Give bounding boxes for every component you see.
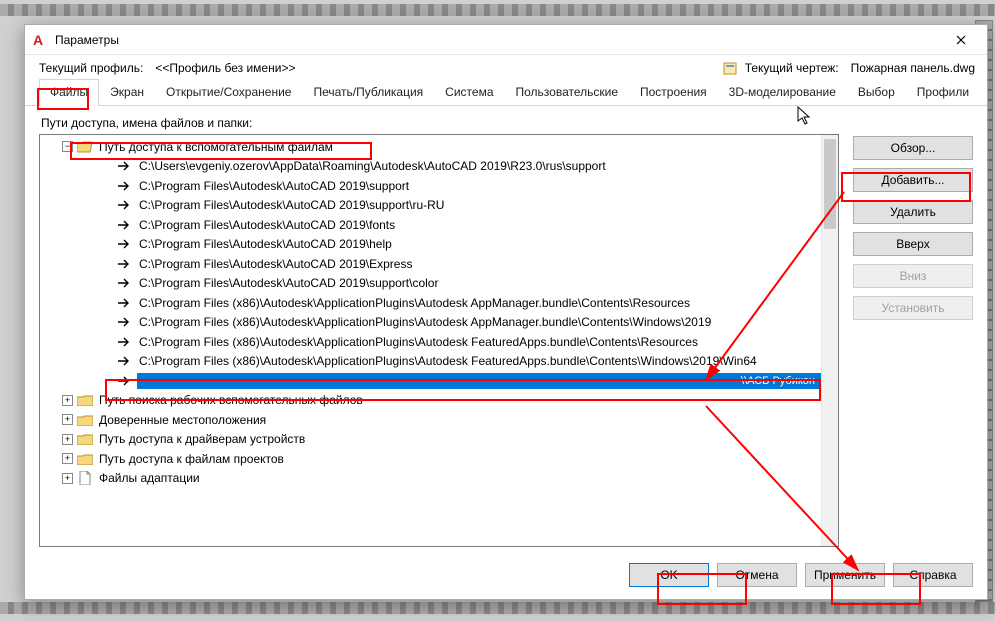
tree-path-label: C:\Program Files (x86)\Autodesk\Applicat… [137,334,700,350]
arrow-icon [117,335,133,349]
tree-path-item[interactable]: C:\Program Files (x86)\Autodesk\Applicat… [40,352,821,372]
tree-folder-label: Путь поиска рабочих вспомогательных файл… [97,392,365,408]
tree-path-label: C:\Program Files (x86)\Autodesk\Applicat… [137,353,759,369]
cursor-icon [797,106,813,129]
arrow-icon [117,159,133,173]
tree-path-item[interactable]: C:\Program Files (x86)\Autodesk\Applicat… [40,313,821,333]
tree-folder-item[interactable]: + Файлы адаптации [40,469,821,489]
folder-open-icon [77,140,93,154]
up-button[interactable]: Вверх [853,232,973,256]
tree-path-label: C:\Program Files\Autodesk\AutoCAD 2019\s… [137,197,446,213]
folder-icon [77,432,93,446]
scrollbar-thumb[interactable] [824,139,836,229]
tab-user[interactable]: Пользовательские [505,79,630,105]
arrow-icon [117,374,133,388]
expand-icon[interactable]: + [62,473,73,484]
tree-scrollbar[interactable] [821,135,838,546]
arrow-icon [117,257,133,271]
browse-button[interactable]: Обзор... [853,136,973,160]
tab-drafting[interactable]: Построения [629,79,718,105]
tree-path-item[interactable]: C:\Program Files (x86)\Autodesk\Applicat… [40,293,821,313]
tree-path-label: C:\Program Files\Autodesk\AutoCAD 2019\s… [137,178,411,194]
drawing-label: Текущий чертеж: [745,61,839,75]
tab-open-save[interactable]: Открытие/Сохранение [155,79,302,105]
expand-icon[interactable]: + [62,395,73,406]
tree-root-support-path[interactable]: − Путь доступа к вспомогательным файлам [40,137,821,157]
arrow-icon [117,218,133,232]
tab-plot[interactable]: Печать/Публикация [302,79,434,105]
tree-path-item[interactable]: C:\Users\evgeniy.ozerov\AppData\Roaming\… [40,157,821,177]
tree-path-item[interactable]: C:\Program Files\Autodesk\AutoCAD 2019\s… [40,176,821,196]
expand-icon[interactable]: + [62,414,73,425]
cancel-button[interactable]: Отмена [717,563,797,587]
tree-folder-item[interactable]: + Доверенные местоположения [40,410,821,430]
tree-view[interactable]: − Путь доступа к вспомогательным файлам … [39,134,839,547]
tree-folder-item[interactable]: + Путь доступа к файлам проектов [40,449,821,469]
window-title: Параметры [55,33,941,47]
arrow-icon [117,276,133,290]
add-button[interactable]: Добавить... [853,168,973,192]
tree-path-item[interactable]: C:\Program Files\Autodesk\AutoCAD 2019\h… [40,235,821,255]
profile-value: <<Профиль без имени>> [155,61,295,75]
tree-folder-label: Путь доступа к файлам проектов [97,451,286,467]
help-button[interactable]: Справка [893,563,973,587]
tree-path-label: C:\Program Files\Autodesk\AutoCAD 2019\f… [137,217,397,233]
close-button[interactable] [941,26,981,54]
tabs: Файлы Экран Открытие/Сохранение Печать/П… [25,79,987,106]
collapse-icon[interactable]: − [62,141,73,152]
arrow-icon [117,179,133,193]
tree-path-item[interactable]: C:\Program Files\Autodesk\AutoCAD 2019\f… [40,215,821,235]
tree-path-label: C:\Program Files\Autodesk\AutoCAD 2019\s… [137,275,440,291]
down-button[interactable]: Вниз [853,264,973,288]
apply-button[interactable]: Применить [805,563,885,587]
arrow-icon [117,296,133,310]
arrow-icon [117,354,133,368]
tab-selection[interactable]: Выбор [847,79,906,105]
arrow-icon [117,198,133,212]
tree-path-item[interactable]: C:\Program Files (x86)\Autodesk\Applicat… [40,332,821,352]
tree-path-label: C:\Program Files\Autodesk\AutoCAD 2019\E… [137,256,414,272]
tree-folder-label: Доверенные местоположения [97,412,268,428]
tree-path-label: C:\Program Files (x86)\Autodesk\Applicat… [137,295,692,311]
section-label: Пути доступа, имена файлов и папки: [25,106,987,134]
tree-folder-label: Путь доступа к драйверам устройств [97,431,307,447]
ok-button[interactable]: OK [629,563,709,587]
tree-path-item[interactable]: C:\Program Files\Autodesk\AutoCAD 2019\E… [40,254,821,274]
profile-label: Текущий профиль: [39,61,143,75]
tree-path-selected[interactable]: \\АСБ Рубикон [40,371,821,391]
titlebar: A Параметры [25,25,987,55]
tab-3d[interactable]: 3D-моделирование [718,79,847,105]
dwg-icon [723,61,737,75]
document-icon [77,471,93,485]
tab-system[interactable]: Система [434,79,504,105]
bottom-buttons: OK Отмена Применить Справка [25,547,987,599]
folder-icon [77,413,93,427]
folder-icon [77,393,93,407]
folder-icon [77,452,93,466]
side-buttons: Обзор... Добавить... Удалить Вверх Вниз … [853,134,973,547]
tab-display[interactable]: Экран [99,79,155,105]
tree-path-item[interactable]: C:\Program Files\Autodesk\AutoCAD 2019\s… [40,196,821,216]
arrow-icon [117,237,133,251]
selected-path-text: \\АСБ Рубикон [137,373,821,389]
drawing-value: Пожарная панель.dwg [851,61,975,75]
close-icon [956,35,966,45]
tree-folder-label: Файлы адаптации [97,470,202,486]
tree-path-label: C:\Program Files\Autodesk\AutoCAD 2019\h… [137,236,394,252]
tree-path-label: C:\Program Files (x86)\Autodesk\Applicat… [137,314,713,330]
arrow-icon [117,315,133,329]
tab-profiles[interactable]: Профили [906,79,980,105]
options-dialog: A Параметры Текущий профиль: <<Профиль б… [24,24,988,600]
tree-folder-item[interactable]: + Путь доступа к драйверам устройств [40,430,821,450]
expand-icon[interactable]: + [62,453,73,464]
tree-folder-item[interactable]: + Путь поиска рабочих вспомогательных фа… [40,391,821,411]
tab-files[interactable]: Файлы [39,79,99,105]
app-icon: A [33,32,49,48]
tree-path-item[interactable]: C:\Program Files\Autodesk\AutoCAD 2019\s… [40,274,821,294]
tree-path-label: C:\Users\evgeniy.ozerov\AppData\Roaming\… [137,158,608,174]
expand-icon[interactable]: + [62,434,73,445]
set-button[interactable]: Установить [853,296,973,320]
delete-button[interactable]: Удалить [853,200,973,224]
header-row: Текущий профиль: <<Профиль без имени>> Т… [25,55,987,79]
